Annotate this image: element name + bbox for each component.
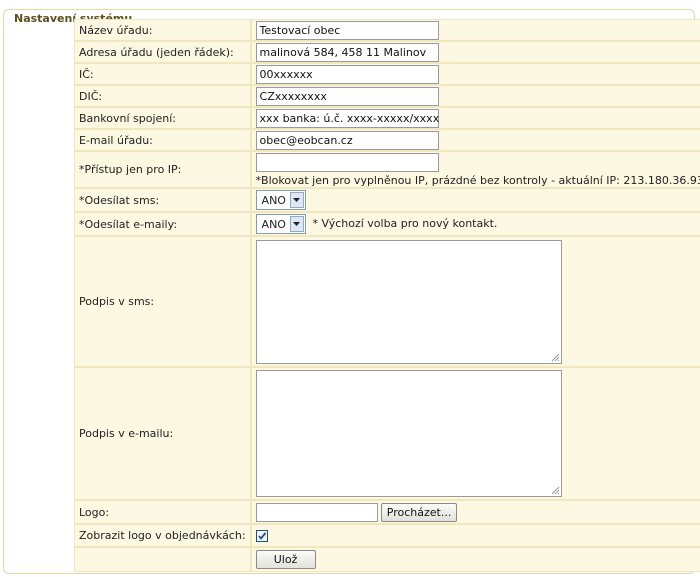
chevron-down-icon[interactable] [289,216,304,232]
dic-input[interactable]: CZxxxxxxxx [255,86,439,106]
bank-input[interactable]: xxx banka: ú.č. xxxx-xxxxx/xxxx [255,108,439,128]
label-podpis-sms: Podpis v sms: [74,236,251,367]
label-ip: *Přístup jen pro IP: [74,151,251,188]
label-ic: IČ: [74,63,251,85]
checkmark-icon [257,532,266,540]
label-emails: *Odesílat e-maily: [74,212,251,236]
browse-button[interactable]: Procházet... [381,502,458,522]
resize-grip-icon [551,353,559,361]
ic-input[interactable]: 00xxxxxx [255,64,439,84]
label-email: E-mail úřadu: [74,129,251,151]
sms-select-value: ANO [261,193,286,207]
nazev-uradu-input[interactable]: Testovací obec [255,20,439,40]
label-show-logo: Zobrazit logo v objednávkách: [74,524,251,547]
empty-label-cell [74,547,251,572]
logo-file-input[interactable] [255,502,378,522]
save-button[interactable]: Ulož [255,550,316,569]
chevron-down-icon[interactable] [289,192,304,208]
resize-grip-icon [551,486,559,495]
adresa-input[interactable]: malinová 584, 458 11 Malinov [255,42,439,62]
show-logo-checkbox[interactable] [255,530,268,542]
podpis-sms-textarea[interactable] [255,239,562,364]
label-podpis-email: Podpis v e-mailu: [74,367,251,500]
sms-select[interactable]: ANO [255,190,306,210]
label-dic: DIČ: [74,85,251,107]
label-bank: Bankovní spojení: [74,107,251,129]
emails-select[interactable]: ANO [255,214,306,234]
label-logo: Logo: [74,500,251,524]
ip-hint: *Blokovat jen pro vyplněnou IP, prázdné … [255,174,700,187]
label-sms: *Odesílat sms: [74,188,251,212]
emails-select-value: ANO [261,217,286,231]
emails-hint: * Výchozí volba pro nový kontakt. [312,217,498,230]
podpis-email-textarea[interactable] [255,370,562,497]
email-input[interactable]: obec@eobcan.cz [255,130,439,150]
label-adresa: Adresa úřadu (jeden řádek): [74,41,251,63]
ip-input[interactable] [255,153,439,172]
settings-form: Název úřadu: Testovací obec Adresa úřadu… [74,19,700,572]
label-nazev-uradu: Název úřadu: [74,19,251,41]
